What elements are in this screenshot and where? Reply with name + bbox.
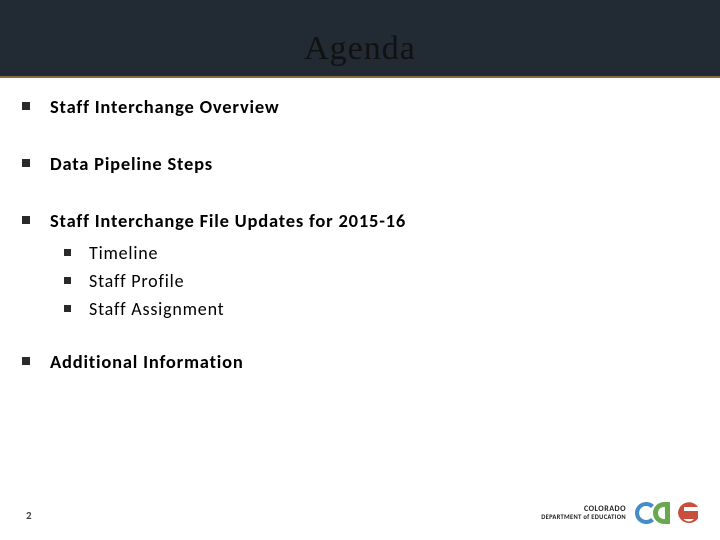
slide-title: Agenda <box>0 30 720 68</box>
bullet-text: Data Pipeline Steps <box>50 152 213 175</box>
logo-line1: COLORADO <box>541 505 626 513</box>
square-bullet-icon <box>22 102 30 110</box>
sub-bullet-text: Staff Assignment <box>89 298 225 320</box>
bullet-item: Staff Interchange Overview <box>22 95 698 118</box>
logo-line2: DEPARTMENT of EDUCATION <box>541 514 626 521</box>
sub-bullet-text: Timeline <box>89 242 158 264</box>
square-bullet-icon <box>64 305 71 312</box>
cde-mark-icon <box>632 498 698 528</box>
square-bullet-icon <box>22 357 30 365</box>
sub-bullet-list: Timeline Staff Profile Staff Assignment <box>64 242 698 320</box>
cde-logo: COLORADO DEPARTMENT of EDUCATION <box>541 498 698 528</box>
logo-text: COLORADO DEPARTMENT of EDUCATION <box>541 505 626 521</box>
bullet-item: Additional Information <box>22 350 698 373</box>
bullet-text: Staff Interchange Overview <box>50 95 279 118</box>
square-bullet-icon <box>22 216 30 224</box>
square-bullet-icon <box>64 277 71 284</box>
page-number: 2 <box>26 509 32 522</box>
bullet-item: Data Pipeline Steps <box>22 152 698 175</box>
square-bullet-icon <box>22 159 30 167</box>
bullet-text: Staff Interchange File Updates for 2015-… <box>50 209 406 232</box>
sub-bullet-item: Staff Profile <box>64 270 698 292</box>
square-bullet-icon <box>64 249 71 256</box>
bullet-text: Additional Information <box>50 350 244 373</box>
slide-content: Staff Interchange Overview Data Pipeline… <box>22 95 698 407</box>
bullet-item: Staff Interchange File Updates for 2015-… <box>22 209 698 232</box>
sub-bullet-item: Timeline <box>64 242 698 264</box>
sub-bullet-text: Staff Profile <box>89 270 184 292</box>
sub-bullet-item: Staff Assignment <box>64 298 698 320</box>
